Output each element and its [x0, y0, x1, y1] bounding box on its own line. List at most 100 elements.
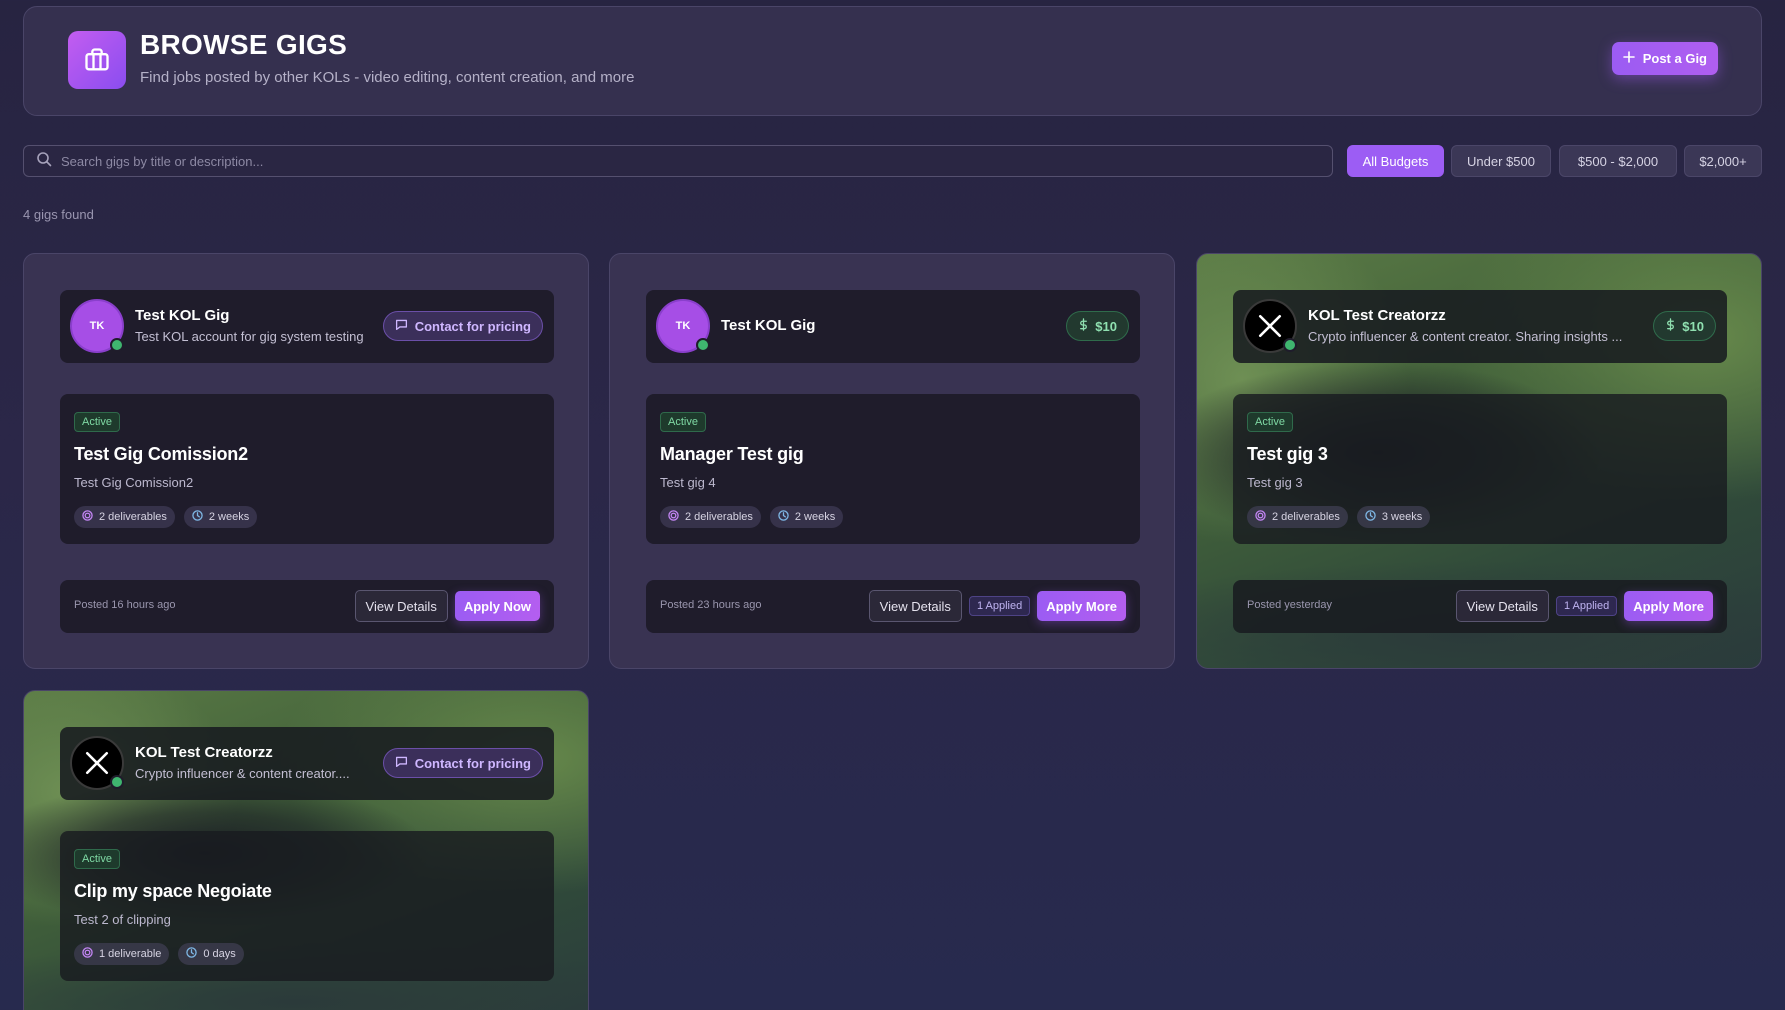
- briefcase-icon: [68, 31, 126, 89]
- price-badge: $10: [1653, 311, 1716, 341]
- deliverables-chip: 2 deliverables: [74, 506, 175, 528]
- duration-chip: 3 weeks: [1356, 506, 1431, 528]
- post-gig-label: Post a Gig: [1642, 51, 1707, 66]
- author-bio: Crypto influencer & content creator....: [135, 766, 350, 781]
- gig-body: Active Manager Test gig Test gig 4 2 del…: [646, 394, 1140, 544]
- gig-title: Clip my space Negoiate: [74, 881, 272, 901]
- gig-body: Active Test Gig Comission2 Test Gig Comi…: [60, 394, 554, 544]
- gig-card: TK Test KOL Gig Test KOL account for gig…: [23, 253, 589, 669]
- search-box[interactable]: [23, 145, 1333, 177]
- view-details-button[interactable]: View Details: [868, 590, 962, 622]
- gig-card: KOL Test Creatorzz Crypto influencer & c…: [23, 690, 589, 1010]
- clock-icon: [186, 947, 198, 961]
- applied-badge: 1 Applied: [1555, 596, 1618, 616]
- applied-badge: 1 Applied: [968, 596, 1031, 616]
- target-icon: [668, 510, 679, 524]
- author-name: Test KOL Gig: [721, 317, 816, 334]
- page-title: BROWSE GIGS: [140, 29, 348, 60]
- gig-card: KOL Test Creatorzz Crypto influencer & c…: [1196, 253, 1762, 669]
- gig-title: Manager Test gig: [660, 444, 804, 464]
- view-details-button[interactable]: View Details: [354, 590, 448, 622]
- apply-button[interactable]: Apply Now: [454, 591, 540, 621]
- gig-footer: Posted yesterday View Details 1 Applied …: [1233, 580, 1727, 633]
- filter-all-budgets[interactable]: All Budgets: [1347, 145, 1444, 177]
- status-badge: Active: [74, 849, 120, 869]
- deliverables-chip: 2 deliverables: [660, 506, 761, 528]
- clock-icon: [778, 510, 789, 524]
- price-badge: Contact for pricing: [382, 748, 543, 778]
- filter-under-500[interactable]: Under $500: [1451, 145, 1551, 177]
- gig-description: Test gig 3: [1247, 475, 1303, 490]
- page-subtitle: Find jobs posted by other KOLs - video e…: [140, 69, 635, 86]
- search-filter-row: All Budgets Under $500 $500 - $2,000 $2,…: [23, 145, 1762, 177]
- online-indicator: [110, 338, 124, 352]
- plus-icon: [1622, 51, 1635, 66]
- clock-icon: [192, 510, 203, 524]
- deliverables-chip: 1 deliverable: [74, 943, 170, 965]
- price-badge: $10: [1066, 311, 1129, 341]
- apply-more-button[interactable]: Apply More: [1037, 591, 1126, 621]
- message-icon: [395, 755, 408, 771]
- target-icon: [1255, 510, 1266, 524]
- apply-more-button[interactable]: Apply More: [1624, 591, 1713, 621]
- price-label: $10: [1682, 318, 1704, 334]
- message-icon: [395, 318, 408, 334]
- deliverables-label: 2 deliverables: [1272, 511, 1340, 523]
- gig-title: Test gig 3: [1247, 444, 1328, 464]
- status-badge: Active: [1247, 412, 1293, 432]
- dollar-icon: [1078, 318, 1089, 334]
- price-label: $10: [1095, 318, 1117, 334]
- dollar-icon: [1665, 318, 1676, 334]
- search-icon: [36, 151, 52, 172]
- status-badge: Active: [74, 412, 120, 432]
- clock-icon: [1365, 510, 1376, 524]
- author-bio: Test KOL account for gig system testing: [135, 329, 364, 344]
- price-label: Contact for pricing: [414, 318, 531, 334]
- gig-card: TK Test KOL Gig $10 Active Manager Test …: [609, 253, 1175, 669]
- author-name: KOL Test Creatorzz: [135, 744, 273, 761]
- posted-time: Posted yesterday: [1247, 599, 1332, 611]
- filter-500-2000[interactable]: $500 - $2,000: [1559, 145, 1677, 177]
- target-icon: [82, 947, 93, 961]
- duration-chip: 0 days: [178, 943, 244, 965]
- post-gig-button[interactable]: Post a Gig: [1611, 42, 1718, 75]
- author-profile[interactable]: KOL Test Creatorzz Crypto influencer & c…: [1233, 290, 1727, 363]
- gig-footer: Posted 16 hours ago View Details Apply N…: [60, 580, 554, 633]
- gig-description: Test 2 of clipping: [74, 912, 171, 927]
- author-name: KOL Test Creatorzz: [1308, 307, 1446, 324]
- online-indicator: [1283, 338, 1297, 352]
- online-indicator: [696, 338, 710, 352]
- gig-body: Active Clip my space Negoiate Test 2 of …: [60, 831, 554, 981]
- posted-time: Posted 23 hours ago: [660, 599, 762, 611]
- deliverables-chip: 2 deliverables: [1247, 506, 1348, 528]
- duration-chip: 2 weeks: [183, 506, 258, 528]
- duration-label: 2 weeks: [208, 511, 250, 523]
- browse-gigs-page: BROWSE GIGS Find jobs posted by other KO…: [23, 6, 1762, 1010]
- author-bio: Crypto influencer & content creator. Sha…: [1308, 329, 1623, 344]
- gig-title: Test Gig Comission2: [74, 444, 248, 464]
- filter-2000-plus[interactable]: $2,000+: [1684, 145, 1762, 177]
- author-profile[interactable]: TK Test KOL Gig $10: [646, 290, 1140, 363]
- view-details-button[interactable]: View Details: [1455, 590, 1549, 622]
- page-header: BROWSE GIGS Find jobs posted by other KO…: [23, 6, 1762, 116]
- duration-chip: 2 weeks: [769, 506, 844, 528]
- author-name: Test KOL Gig: [135, 307, 230, 324]
- deliverables-label: 2 deliverables: [99, 511, 167, 523]
- posted-time: Posted 16 hours ago: [74, 599, 176, 611]
- author-profile[interactable]: KOL Test Creatorzz Crypto influencer & c…: [60, 727, 554, 800]
- results-count: 4 gigs found: [23, 207, 94, 222]
- gig-body: Active Test gig 3 Test gig 3 2 deliverab…: [1233, 394, 1727, 544]
- gig-description: Test Gig Comission2: [74, 475, 194, 490]
- price-badge: Contact for pricing: [382, 311, 543, 341]
- online-indicator: [110, 775, 124, 789]
- search-input[interactable]: [61, 153, 1261, 169]
- author-profile[interactable]: TK Test KOL Gig Test KOL account for gig…: [60, 290, 554, 363]
- deliverables-label: 2 deliverables: [685, 511, 753, 523]
- duration-label: 2 weeks: [794, 511, 836, 523]
- duration-label: 0 days: [203, 948, 236, 960]
- gig-footer: Posted 23 hours ago View Details 1 Appli…: [646, 580, 1140, 633]
- target-icon: [82, 510, 93, 524]
- gig-description: Test gig 4: [660, 475, 716, 490]
- duration-label: 3 weeks: [1381, 511, 1423, 523]
- price-label: Contact for pricing: [414, 755, 531, 771]
